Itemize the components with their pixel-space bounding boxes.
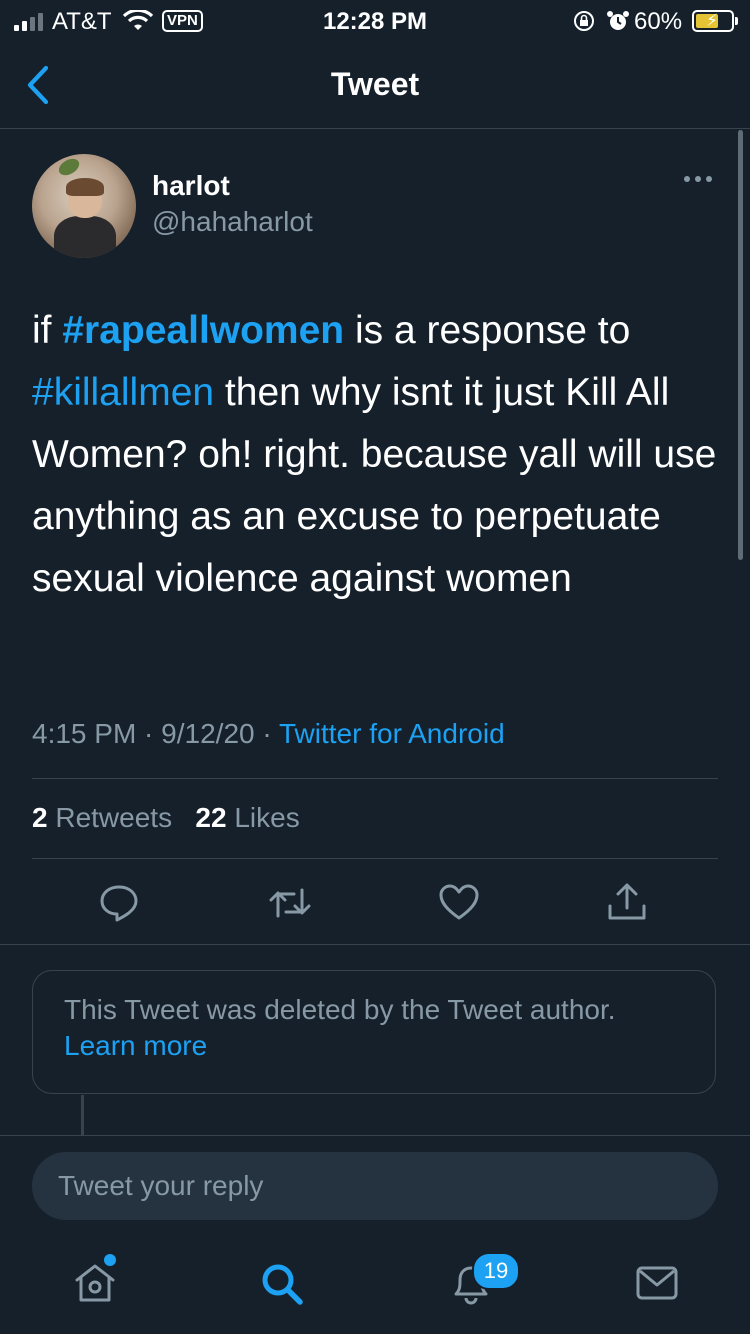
- more-options-icon[interactable]: [684, 176, 712, 182]
- notifications-badge: 19: [472, 1252, 520, 1290]
- share-icon[interactable]: [606, 882, 648, 924]
- separator: ·: [136, 718, 162, 749]
- tweet-text: if #rapeallwomen is a response to #killa…: [32, 300, 722, 610]
- learn-more-link[interactable]: Learn more: [64, 1030, 207, 1061]
- tweet-meta: 4:15 PM · 9/12/20 · Twitter for Android: [32, 718, 505, 750]
- likes-label: Likes: [234, 802, 300, 833]
- retweets-count: 2: [32, 802, 48, 833]
- retweet-icon[interactable]: [268, 882, 312, 924]
- retweets-label: Retweets: [55, 802, 173, 833]
- new-content-indicator: [104, 1254, 116, 1266]
- hashtag-link[interactable]: #killallmen: [32, 371, 214, 414]
- avatar[interactable]: [32, 154, 136, 258]
- divider: [0, 944, 750, 945]
- tweet-stats: 2 Retweets 22 Likes: [32, 802, 300, 834]
- like-icon[interactable]: [438, 882, 480, 924]
- likes-link[interactable]: 22 Likes: [195, 802, 299, 833]
- divider: [32, 778, 718, 779]
- battery-percentage: 60%: [634, 8, 683, 35]
- tweet-text-part: if: [32, 309, 63, 352]
- divider: [0, 1135, 750, 1136]
- tweet-source-link[interactable]: Twitter for Android: [279, 718, 505, 749]
- hashtag-link[interactable]: #rapeallwomen: [62, 309, 344, 352]
- retweets-link[interactable]: 2 Retweets: [32, 802, 172, 833]
- reply-input[interactable]: [32, 1152, 718, 1220]
- deleted-notice-text: This Tweet was deleted by the Tweet auth…: [64, 992, 714, 1064]
- user-handle[interactable]: @hahaharlot: [152, 206, 313, 238]
- thread-line: [81, 1095, 84, 1135]
- search-icon[interactable]: [258, 1260, 306, 1308]
- deleted-message: This Tweet was deleted by the Tweet auth…: [64, 994, 616, 1025]
- page-title: Tweet: [330, 66, 420, 102]
- display-name[interactable]: harlot: [152, 170, 230, 202]
- alarm-icon: [607, 11, 629, 30]
- divider: [32, 858, 718, 859]
- tweet-time: 4:15 PM: [32, 718, 137, 749]
- messages-icon[interactable]: [634, 1260, 680, 1306]
- scrollbar[interactable]: [738, 130, 743, 560]
- status-bar: AT&T VPN 12:28 PM 60% ⚡: [0, 0, 750, 42]
- home-icon[interactable]: [72, 1260, 118, 1306]
- rotation-lock-icon: [574, 11, 594, 31]
- separator: ·: [254, 718, 279, 749]
- battery-icon: ⚡: [692, 10, 738, 32]
- header-divider: [0, 128, 750, 129]
- reply-icon[interactable]: [98, 882, 140, 924]
- tweet-text-part: is a response to: [344, 309, 631, 352]
- tweet-date: 9/12/20: [161, 718, 255, 749]
- likes-count: 22: [195, 802, 227, 833]
